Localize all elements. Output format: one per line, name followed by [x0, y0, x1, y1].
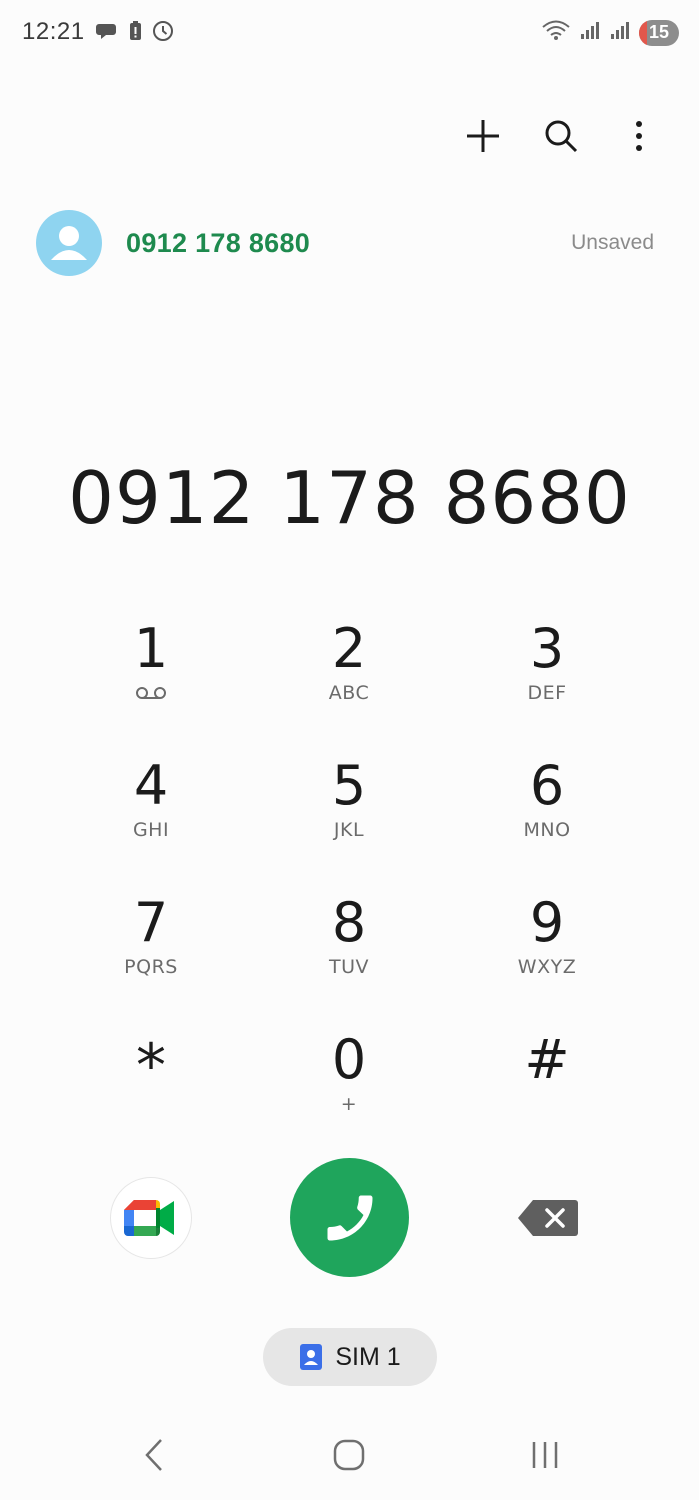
key-digit: 5	[331, 754, 367, 817]
key-2[interactable]: 2 ABC	[250, 612, 448, 749]
dialed-number-display[interactable]: 0912 178 8680	[0, 456, 699, 540]
back-chevron-icon	[145, 1439, 162, 1471]
key-digit: 9	[529, 891, 565, 954]
voicemail-icon	[135, 682, 167, 704]
recents-icon	[532, 1442, 558, 1468]
sim-card-icon	[300, 1344, 323, 1370]
recent-apps-button[interactable]	[515, 1430, 575, 1480]
add-contact-button[interactable]	[463, 106, 503, 166]
dialer-screen: 12:21 15 0912 178 8680 Unsaved 0912 178 …	[0, 0, 699, 1500]
status-bar: 12:21 15	[0, 0, 699, 64]
key-digit: 2	[331, 617, 367, 680]
signal-icon	[579, 19, 601, 46]
key-8[interactable]: 8 TUV	[250, 886, 448, 1023]
battery-level: 15	[648, 22, 670, 42]
key-digit: 7	[133, 891, 169, 954]
sim-selector[interactable]: SIM 1	[263, 1328, 437, 1386]
signal-icon	[609, 19, 631, 46]
key-letters: TUV	[328, 956, 369, 978]
key-letters: MNO	[523, 819, 571, 841]
status-time: 12:21	[22, 18, 85, 45]
key-letters: ABC	[328, 682, 370, 704]
home-icon	[333, 1439, 365, 1471]
key-9[interactable]: 9 WXYZ	[448, 886, 646, 1023]
google-meet-icon	[124, 1200, 174, 1236]
key-letters: DEF	[527, 682, 567, 704]
key-digit: 1	[133, 617, 169, 680]
more-options-button[interactable]	[619, 106, 659, 166]
search-icon	[545, 120, 578, 153]
phone-icon	[327, 1195, 372, 1240]
key-6[interactable]: 6 MNO	[448, 749, 646, 886]
contact-suggestion-row[interactable]: 0912 178 8680 Unsaved	[36, 208, 664, 278]
key-7[interactable]: 7 PQRS	[52, 886, 250, 1023]
keypad: 1 2 ABC 3 DEF 4 GHI 5 JKL 6 MNO 7 PQRS 8…	[52, 612, 646, 1160]
alert-battery-icon	[127, 20, 143, 47]
suggestion-number: 0912 178 8680	[126, 227, 311, 258]
key-digit: 0	[331, 1028, 367, 1091]
key-letters: JKL	[333, 819, 365, 841]
key-digit: #	[524, 1028, 570, 1091]
key-digit: 4	[133, 754, 169, 817]
key-letters: +	[340, 1093, 358, 1115]
key-letters: WXYZ	[517, 956, 577, 978]
key-1[interactable]: 1	[52, 612, 250, 749]
battery-icon: 15	[639, 19, 679, 46]
key-3[interactable]: 3 DEF	[448, 612, 646, 749]
plus-icon	[467, 120, 499, 152]
search-button[interactable]	[541, 106, 581, 166]
key-star[interactable]: *	[52, 1023, 250, 1160]
home-button[interactable]	[319, 1430, 379, 1480]
person-icon	[51, 226, 87, 260]
back-button[interactable]	[124, 1430, 184, 1480]
wifi-icon	[541, 18, 571, 47]
backspace-button[interactable]	[512, 1194, 584, 1242]
key-digit: 3	[529, 617, 565, 680]
clock-icon	[152, 20, 174, 47]
key-hash[interactable]: #	[448, 1023, 646, 1160]
backspace-icon	[518, 1200, 578, 1236]
key-digit: 8	[331, 891, 367, 954]
chat-bubble-icon	[96, 20, 118, 47]
avatar	[36, 210, 102, 276]
key-0[interactable]: 0 +	[250, 1023, 448, 1160]
key-4[interactable]: 4 GHI	[52, 749, 250, 886]
navigation-bar	[0, 1410, 699, 1500]
more-vert-icon	[636, 121, 642, 151]
key-5[interactable]: 5 JKL	[250, 749, 448, 886]
call-button[interactable]	[290, 1158, 409, 1277]
status-right-icons: 15	[541, 18, 679, 47]
key-digit: *	[136, 1031, 166, 1101]
key-letters: PQRS	[124, 956, 178, 978]
action-bar	[463, 106, 659, 166]
suggestion-status: Unsaved	[571, 231, 654, 254]
sim-label: SIM 1	[335, 1342, 401, 1371]
key-digit: 6	[529, 754, 565, 817]
video-call-button[interactable]	[110, 1177, 192, 1259]
key-letters: GHI	[132, 819, 170, 841]
status-left-icons	[96, 20, 174, 47]
